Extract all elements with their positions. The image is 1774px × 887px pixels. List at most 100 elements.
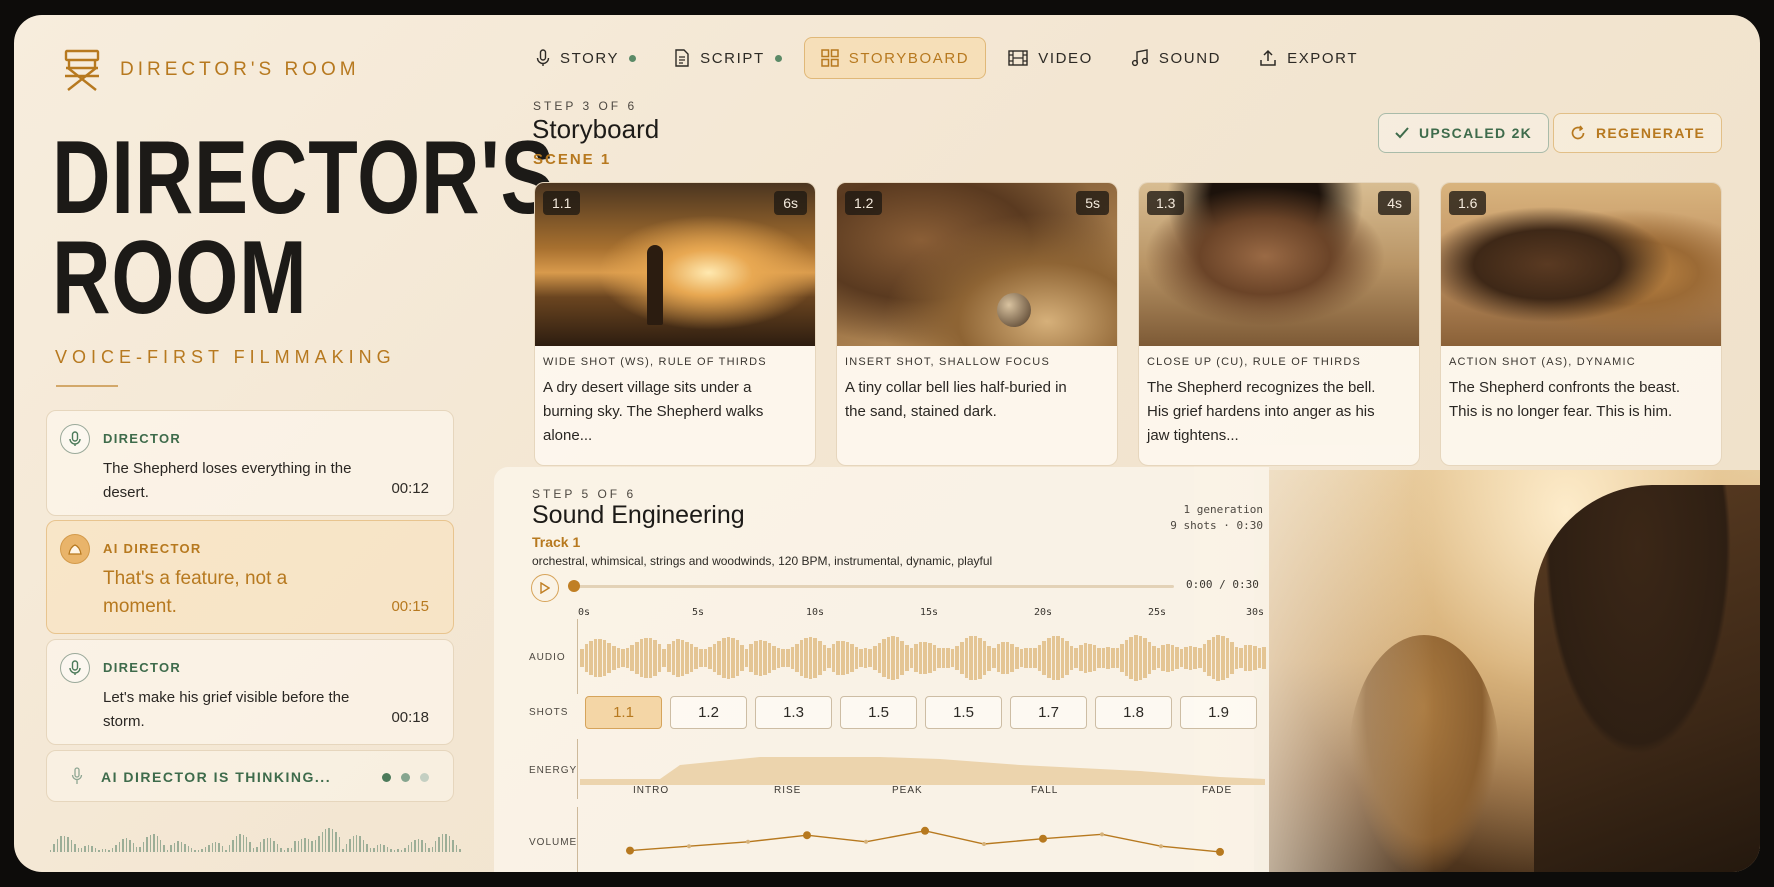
audio-bar — [1198, 647, 1202, 669]
waveform-bar — [290, 848, 293, 852]
shot-chip[interactable]: 1.9 — [1180, 696, 1257, 729]
volume-point[interactable] — [921, 826, 929, 835]
storyboard-card[interactable]: 1.3 4s CLOSE UP (CU), RULE OF THIRDS The… — [1138, 182, 1420, 466]
waveform-bar — [125, 838, 128, 852]
waveform-bar — [325, 829, 327, 852]
message-role: AI DIRECTOR — [103, 541, 202, 556]
audio-bar — [685, 641, 689, 675]
audio-bar — [1147, 641, 1152, 675]
nav-video[interactable]: VIDEO — [992, 37, 1109, 79]
volume-point[interactable] — [687, 844, 691, 849]
shot-chip[interactable]: 1.5 — [840, 696, 917, 729]
shot-chip[interactable]: 1.1 — [585, 696, 662, 729]
volume-point[interactable] — [803, 831, 811, 840]
shot-chip[interactable]: 1.5 — [925, 696, 1002, 729]
waveform-bar — [91, 846, 93, 852]
nav-story[interactable]: STORY — [520, 37, 652, 79]
storyboard-card[interactable]: 1.2 5s INSERT SHOT, SHALLOW FOCUS A tiny… — [836, 182, 1118, 466]
waveform-bar — [87, 845, 90, 852]
shot-chip[interactable]: 1.8 — [1095, 696, 1172, 729]
brand-logo[interactable]: DIRECTOR'S ROOM — [62, 48, 360, 92]
audio-bar — [1028, 647, 1033, 669]
waveform-bar — [359, 836, 361, 852]
audio-bar — [950, 648, 955, 668]
waveform-bar — [50, 850, 52, 852]
waveform-bar — [276, 844, 279, 852]
volume-automation[interactable] — [580, 810, 1265, 872]
audio-bar — [1024, 647, 1028, 669]
shot-chip[interactable]: 1.7 — [1010, 696, 1087, 729]
volume-point[interactable] — [982, 842, 986, 846]
volume-point[interactable] — [864, 839, 868, 844]
waveform-bar — [318, 836, 320, 852]
waveform-bar — [77, 848, 79, 852]
audio-bar — [1033, 648, 1037, 668]
chat-message-ai-director[interactable]: AI DIRECTOR That's a feature, not a mome… — [46, 520, 454, 634]
audio-bar — [831, 644, 836, 672]
audio-bar — [804, 637, 808, 679]
storyboard-card[interactable]: 1.6 ACTION SHOT (AS), DYNAMIC The Shephe… — [1440, 182, 1722, 466]
energy-curve[interactable] — [580, 745, 1265, 785]
nav-export[interactable]: EXPORT — [1243, 37, 1374, 79]
nav-sound[interactable]: SOUND — [1115, 37, 1237, 79]
audio-bar — [657, 644, 662, 672]
audio-bar — [1010, 644, 1014, 672]
microphone-icon — [60, 653, 90, 683]
audio-bar — [1069, 645, 1074, 671]
waveform-bar — [417, 839, 420, 852]
play-icon — [540, 582, 550, 594]
waveform-bar — [386, 846, 389, 852]
storyboard-card[interactable]: 1.1 6s WIDE SHOT (WS), RULE OF THIRDS A … — [534, 182, 816, 466]
audio-bar — [589, 640, 593, 676]
waveform-bar — [297, 840, 299, 852]
chat-message-director[interactable]: DIRECTOR The Shepherd loses everything i… — [46, 410, 454, 516]
waveform-bar — [438, 836, 440, 852]
audio-bar — [1046, 637, 1051, 679]
volume-point[interactable] — [1159, 844, 1163, 849]
volume-point[interactable] — [626, 846, 634, 855]
regenerate-button[interactable]: REGENERATE — [1553, 113, 1723, 153]
waveform-bar — [400, 849, 403, 852]
waveform-bar — [390, 848, 392, 852]
audio-bar — [1257, 648, 1262, 668]
waveform-bar — [211, 842, 213, 852]
chat-message-director[interactable]: DIRECTOR Let's make his grief visible be… — [46, 639, 454, 745]
waveform-bar — [349, 838, 351, 852]
audio-bar — [973, 635, 978, 681]
waveform-bar — [273, 840, 275, 852]
audio-bar — [717, 641, 721, 675]
volume-point[interactable] — [1100, 832, 1104, 837]
nav-storyboard[interactable]: STORYBOARD — [803, 37, 987, 79]
audio-bar — [836, 641, 840, 675]
audio-bar — [868, 648, 872, 668]
nav-script[interactable]: SCRIPT — [658, 37, 798, 79]
audio-bar — [767, 642, 772, 674]
shot-chip[interactable]: 1.3 — [755, 696, 832, 729]
waveform-bar — [311, 840, 313, 852]
shot-chip[interactable]: 1.2 — [670, 696, 747, 729]
waveform-bar — [369, 848, 372, 852]
play-button[interactable] — [531, 574, 559, 602]
audio-bar — [1074, 647, 1079, 669]
audio-bar — [671, 640, 676, 676]
audio-bar — [937, 647, 941, 669]
playhead-knob[interactable] — [568, 580, 580, 592]
volume-point[interactable] — [1216, 847, 1224, 856]
volume-point[interactable] — [746, 839, 750, 844]
upscaled-button[interactable]: UPSCALED 2K — [1378, 113, 1550, 153]
shot-type: WIDE SHOT (WS), RULE OF THIRDS — [543, 356, 767, 368]
message-role: DIRECTOR — [103, 431, 182, 446]
shepherd-figure — [1534, 485, 1760, 872]
audio-bar — [1129, 637, 1133, 679]
energy-label-peak: PEAK — [892, 785, 923, 796]
volume-point[interactable] — [1039, 834, 1047, 843]
audio-bar — [1019, 648, 1024, 667]
audio-bar — [932, 645, 937, 671]
divider — [56, 385, 118, 387]
waveform-bar — [53, 844, 55, 852]
audio-waveform[interactable] — [580, 630, 1266, 686]
audio-bar — [1005, 642, 1010, 674]
playback-track[interactable] — [574, 585, 1174, 588]
waveform-bar — [149, 834, 152, 852]
document-icon — [675, 49, 689, 67]
